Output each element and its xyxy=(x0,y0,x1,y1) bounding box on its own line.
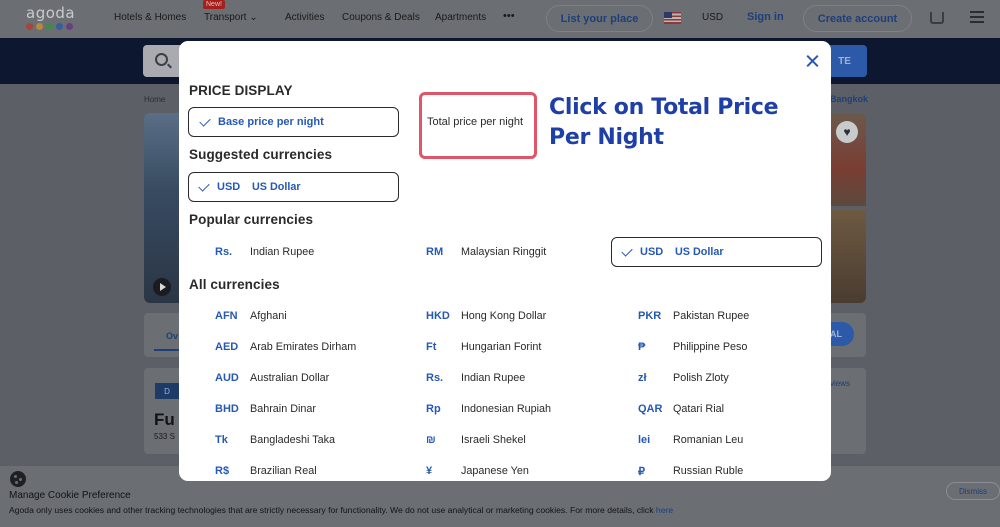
play-icon[interactable] xyxy=(153,278,171,296)
cart-icon[interactable] xyxy=(930,12,944,24)
us-flag-icon[interactable] xyxy=(664,12,681,24)
nav-transport[interactable]: Transport ⌄ xyxy=(204,12,258,23)
close-icon[interactable] xyxy=(801,50,823,72)
currency-option-ils[interactable]: ₪ Israeli Shekel xyxy=(390,425,600,455)
active-tab-indicator xyxy=(154,349,180,351)
currency-option-jpy[interactable]: ¥ Japanese Yen xyxy=(390,456,600,481)
currency-option-idr[interactable]: Rp Indonesian Rupiah xyxy=(390,394,600,424)
create-account-button[interactable]: Create account xyxy=(803,5,912,32)
currency-option-pln[interactable]: zł Polish Zloty xyxy=(602,363,812,393)
price-display-heading: PRICE DISPLAY xyxy=(189,83,293,98)
heart-icon[interactable]: ♥ xyxy=(836,121,858,143)
currency-option-usd-suggested[interactable]: USD US Dollar xyxy=(188,172,399,202)
instruction-annotation: Click on Total Price Per Night xyxy=(549,95,779,150)
checkmark-icon xyxy=(198,179,210,192)
cookie-icon xyxy=(10,471,26,487)
search-icon xyxy=(155,53,168,66)
reviews-link[interactable]: views xyxy=(830,379,850,388)
currency-option-brl[interactable]: R$ Brazilian Real xyxy=(179,456,389,481)
chevron-down-icon: ⌄ xyxy=(249,12,258,23)
hotel-name: Fu xyxy=(154,410,175,429)
currency-option-aud[interactable]: AUD Australian Dollar xyxy=(179,363,389,393)
sign-in-link[interactable]: Sign in xyxy=(747,11,784,23)
currency-option-bdt[interactable]: Tk Bangladeshi Taka xyxy=(179,425,389,455)
cookie-text: Agoda only uses cookies and other tracki… xyxy=(9,505,674,515)
currency-selector[interactable]: USD xyxy=(702,12,723,23)
hamburger-menu-icon[interactable] xyxy=(970,11,984,23)
currency-option-inr[interactable]: Rs. Indian Rupee xyxy=(390,363,600,393)
nav-apartments[interactable]: Apartments xyxy=(435,12,486,23)
cookie-details-link[interactable]: here xyxy=(656,505,673,515)
checkmark-icon xyxy=(199,114,211,127)
base-price-option[interactable]: Base price per night xyxy=(188,107,399,137)
currency-option-aed[interactable]: AED Arab Emirates Dirham xyxy=(179,332,389,362)
nav-hotels-homes[interactable]: Hotels & Homes xyxy=(114,12,186,23)
new-badge: New! xyxy=(203,0,225,9)
all-currencies-heading: All currencies xyxy=(189,277,280,292)
currency-option-afn[interactable]: AFN Afghani xyxy=(179,301,389,331)
dismiss-button[interactable]: Dismiss xyxy=(946,482,1000,500)
currency-option-qar[interactable]: QAR Qatari Rial xyxy=(602,394,812,424)
breadcrumb-home[interactable]: Home xyxy=(144,95,165,104)
agoda-logo[interactable]: agoda xyxy=(26,4,86,34)
tab-overview[interactable]: Ov xyxy=(166,331,178,341)
cookie-title: Manage Cookie Preference xyxy=(9,490,131,501)
more-icon[interactable]: ••• xyxy=(503,10,515,22)
breadcrumb-city[interactable]: Bangkok xyxy=(830,94,868,104)
highlight-box xyxy=(419,92,537,159)
checkmark-icon xyxy=(621,244,633,257)
nav-coupons-deals[interactable]: Coupons & Deals xyxy=(342,12,420,23)
currency-option-bhd[interactable]: BHD Bahrain Dinar xyxy=(179,394,389,424)
currency-option-huf[interactable]: Ft Hungarian Forint xyxy=(390,332,600,362)
currency-option-usd-popular[interactable]: USD US Dollar xyxy=(611,237,822,267)
currency-option-inr-popular[interactable]: Rs. Indian Rupee xyxy=(179,237,389,267)
currency-option-ron[interactable]: lei Romanian Leu xyxy=(602,425,812,455)
currency-option-php[interactable]: ₱ Philippine Peso xyxy=(602,332,812,362)
currency-option-rub[interactable]: ₽ Russian Ruble xyxy=(602,456,812,481)
list-your-place-button[interactable]: List your place xyxy=(546,5,653,32)
nav-activities[interactable]: Activities xyxy=(285,12,324,23)
hotel-main-photo[interactable] xyxy=(144,113,180,303)
logo-dots xyxy=(26,23,86,30)
currency-price-modal: PRICE DISPLAY Base price per night Total… xyxy=(179,41,831,481)
hotel-photo-3[interactable] xyxy=(830,210,866,303)
suggested-currencies-heading: Suggested currencies xyxy=(189,147,333,162)
hotel-address: 533 S xyxy=(154,432,175,441)
currency-option-pkr[interactable]: PKR Pakistan Rupee xyxy=(602,301,812,331)
logo-text: agoda xyxy=(26,4,76,22)
property-badge: D xyxy=(155,383,179,399)
currency-option-hkd[interactable]: HKD Hong Kong Dollar xyxy=(390,301,600,331)
currency-option-myr-popular[interactable]: RM Malaysian Ringgit xyxy=(390,237,600,267)
popular-currencies-heading: Popular currencies xyxy=(189,212,314,227)
